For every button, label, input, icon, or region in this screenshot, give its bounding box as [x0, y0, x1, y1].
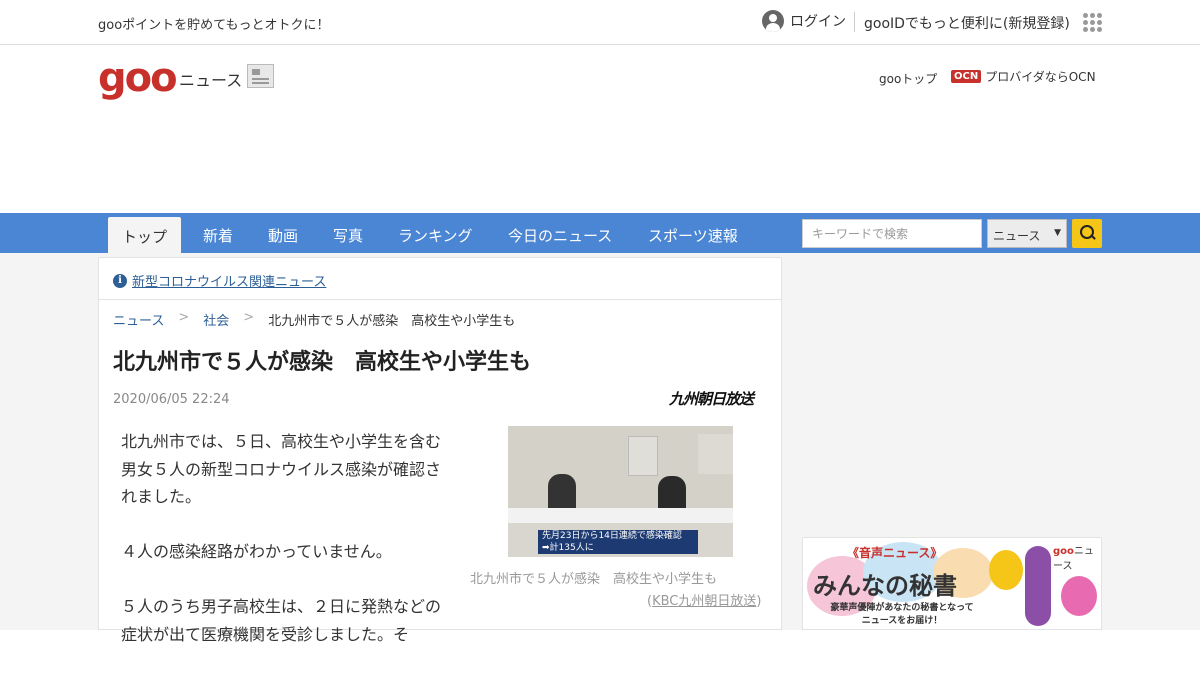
- caret-down-icon: ▼: [1054, 228, 1061, 238]
- article-photo[interactable]: 先月23日から14日連続で感染確認 ➡計135人に: [508, 426, 733, 557]
- points-promo-link[interactable]: gooポイントを貯めてもっとオトクに！: [98, 14, 330, 33]
- publish-date: 2020/06/05 22:24: [113, 392, 230, 407]
- photo-caption: 北九州市で５人が感染 高校生や小学生も: [470, 572, 718, 587]
- ocn-link[interactable]: OCN プロバイダならOCN: [951, 68, 1096, 85]
- covid-notice: i 新型コロナウイルス関連ニュース: [113, 271, 326, 290]
- user-icon: [762, 10, 784, 32]
- breadcrumb-news[interactable]: ニュース: [113, 310, 164, 329]
- character: [989, 550, 1023, 590]
- search-button[interactable]: [1072, 219, 1102, 248]
- article-body: 北九州市では、５日、高校生や小学生を含む男女５人の新型コロナウイルス感染が確認さ…: [121, 428, 451, 676]
- breadcrumb-society[interactable]: 社会: [203, 310, 229, 329]
- photo-overlay-line: ➡計135人に: [542, 543, 594, 553]
- ad-subtitle-line: 豪華声優陣があなたの秘書となって: [830, 603, 974, 613]
- ad-subtitle-line: ニュースをお届け！: [861, 616, 943, 626]
- breadcrumb-current: 北九州市で５人が感染 高校生や小学生も: [268, 314, 516, 329]
- photo-overlay-caption: 先月23日から14日連続で感染確認 ➡計135人に: [538, 530, 698, 554]
- tab-sports[interactable]: スポーツ速報: [648, 225, 738, 246]
- divider: [854, 12, 855, 32]
- ad-brand-logo: goo: [1053, 546, 1074, 557]
- person: [548, 474, 576, 512]
- covid-news-link[interactable]: 新型コロナウイルス関連ニュース: [132, 271, 326, 290]
- ad-audio-label: 《音声ニュース》: [847, 546, 943, 560]
- breadcrumb: ニュース > 社会 > 北九州市で５人が感染 高校生や小学生も: [113, 310, 515, 329]
- ocn-logo: OCN: [951, 70, 982, 83]
- divider: [99, 299, 781, 300]
- ad-brand: gooニュース: [1053, 542, 1101, 572]
- photo-credit-link[interactable]: KBC九州朝日放送: [652, 594, 756, 609]
- ocn-label: プロバイダならOCN: [985, 70, 1096, 84]
- tab-ranking[interactable]: ランキング: [398, 225, 473, 246]
- search-scope-select[interactable]: ニュース ▼: [987, 219, 1067, 248]
- photo-overlay-line: 先月23日から14日連続で感染確認: [542, 531, 682, 541]
- paragraph: ５人のうち男子高校生は、２日に発熱などの症状が出て医療機関を受診しました。そ: [121, 597, 442, 644]
- character: [1061, 576, 1097, 616]
- goo-logo[interactable]: goo: [98, 58, 178, 98]
- paragraph: 北九州市では、５日、高校生や小学生を含む男女５人の新型コロナウイルス感染が確認さ…: [121, 432, 442, 506]
- ad-subtitle: 豪華声優陣があなたの秘書となって ニュースをお届け！: [827, 602, 977, 628]
- photo-credit: (KBC九州朝日放送): [647, 594, 762, 609]
- chevron-right-icon: >: [178, 310, 190, 325]
- tab-top[interactable]: トップ: [108, 217, 182, 253]
- tab-video[interactable]: 動画: [268, 225, 298, 246]
- register-link[interactable]: gooIDでもっと便利に(新規登録): [864, 13, 1070, 33]
- top-bar: gooポイントを貯めてもっとオトクに！ ログイン gooIDでもっと便利に(新規…: [0, 0, 1200, 45]
- article-container: i 新型コロナウイルス関連ニュース ニュース > 社会 > 北九州市で５人が感染…: [98, 257, 782, 644]
- login-label: ログイン: [790, 14, 846, 30]
- login-link[interactable]: ログイン: [762, 10, 846, 32]
- section-name[interactable]: ニュース: [179, 67, 242, 91]
- ad-banner[interactable]: 《音声ニュース》 みんなの秘書 豪華声優陣があなたの秘書となって ニュースをお届…: [802, 537, 1102, 630]
- chevron-right-icon: >: [243, 310, 255, 325]
- tab-today[interactable]: 今日のニュース: [508, 225, 612, 246]
- person: [658, 476, 686, 512]
- goo-top-link[interactable]: gooトップ: [879, 70, 937, 87]
- tab-new[interactable]: 新着: [203, 225, 233, 246]
- character: [1025, 546, 1051, 626]
- apps-grid-icon[interactable]: [1083, 13, 1102, 32]
- tab-photo[interactable]: 写真: [333, 225, 363, 246]
- newspaper-icon: [247, 64, 274, 88]
- main-nav: トップ 新着 動画 写真 ランキング 今日のニュース スポーツ速報 ニュース ▼: [0, 213, 1200, 253]
- ad-title: みんなの秘書: [813, 572, 957, 600]
- info-icon: i: [113, 273, 127, 288]
- paragraph: ４人の感染経路がわかっていません。: [121, 542, 392, 561]
- article-title: 北九州市で５人が感染 高校生や小学生も: [113, 350, 532, 375]
- source-logo[interactable]: 九州朝日放送: [669, 388, 754, 409]
- search-scope-value: ニュース: [993, 229, 1041, 243]
- search-input[interactable]: [802, 219, 982, 248]
